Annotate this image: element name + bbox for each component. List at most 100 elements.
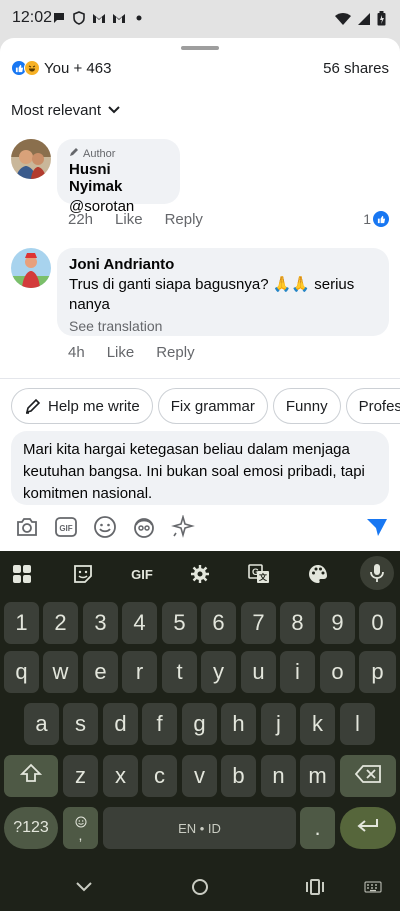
period-key[interactable]: .: [300, 807, 335, 849]
chip-label: Funny: [285, 397, 328, 415]
sparkle-icon[interactable]: [170, 514, 196, 540]
send-icon[interactable]: [364, 514, 390, 540]
chip-label: Help me write: [48, 397, 140, 415]
key-p[interactable]: p: [359, 651, 396, 693]
sort-dropdown[interactable]: Most relevant: [11, 100, 121, 120]
key-l[interactable]: l: [340, 703, 375, 745]
emoji-comma-key[interactable]: ,: [63, 807, 98, 849]
notification-icons: [52, 11, 146, 25]
key-b[interactable]: b: [221, 755, 256, 797]
mic-icon[interactable]: [360, 556, 394, 590]
camera-icon[interactable]: [14, 514, 40, 540]
translate-icon[interactable]: G文: [246, 561, 272, 587]
key-2[interactable]: 2: [43, 602, 78, 644]
key-x[interactable]: x: [103, 755, 138, 797]
keyboard-switch-icon[interactable]: [362, 876, 384, 898]
avatar[interactable]: [11, 139, 51, 179]
symbols-key[interactable]: ?123: [4, 807, 58, 849]
pencil-icon: [69, 147, 79, 160]
shift-icon: [19, 763, 43, 789]
comment-bubble[interactable]: Author Husni Nyimak @sorotan: [57, 139, 180, 215]
key-f[interactable]: f: [142, 703, 177, 745]
like-button[interactable]: Like: [115, 211, 143, 228]
like-button[interactable]: Like: [107, 344, 135, 361]
compose-toolbar: GIF: [14, 514, 390, 540]
chip-label: Profess: [358, 397, 400, 415]
sticker-icon[interactable]: [70, 561, 96, 587]
home-circle-icon[interactable]: [189, 876, 211, 898]
key-z[interactable]: z: [63, 755, 98, 797]
key-6[interactable]: 6: [201, 602, 236, 644]
shield-vpn-icon: [72, 11, 86, 25]
key-4[interactable]: 4: [122, 602, 157, 644]
key-5[interactable]: 5: [162, 602, 197, 644]
key-w[interactable]: w: [43, 651, 78, 693]
key-j[interactable]: j: [261, 703, 296, 745]
fix-grammar-chip[interactable]: Fix grammar: [157, 388, 268, 424]
like-reaction-icon: [373, 211, 389, 227]
ai-suggestion-chips: Help me write Fix grammar Funny Profess: [11, 388, 400, 424]
status-bar: 12:02: [0, 0, 400, 38]
palette-icon[interactable]: [305, 561, 331, 587]
key-0[interactable]: 0: [359, 602, 396, 644]
see-translation-link[interactable]: See translation: [69, 318, 377, 334]
drag-handle[interactable]: [181, 46, 219, 50]
help-me-write-chip[interactable]: Help me write: [11, 388, 153, 424]
comment-author-name[interactable]: Husni Nyimak: [69, 161, 168, 195]
keyboard: GIF G文 1 2 3 4 5 6 7 8 9 0 q w e r t y u…: [0, 551, 400, 862]
reply-button[interactable]: Reply: [165, 211, 203, 228]
key-o[interactable]: o: [320, 651, 355, 693]
comment-input[interactable]: Mari kita hargai ketegasan beliau dalam …: [11, 431, 389, 505]
comma-label: ,: [78, 826, 83, 843]
gif-icon[interactable]: GIF: [53, 514, 79, 540]
back-chevron-icon[interactable]: [73, 876, 95, 898]
reply-button[interactable]: Reply: [156, 344, 194, 361]
key-d[interactable]: d: [103, 703, 138, 745]
comment-bubble[interactable]: Joni Andrianto Trus di ganti siapa bagus…: [57, 248, 389, 336]
status-time: 12:02: [12, 9, 53, 26]
key-a[interactable]: a: [24, 703, 59, 745]
key-1[interactable]: 1: [4, 602, 39, 644]
battery-icon: [377, 11, 386, 31]
key-q[interactable]: q: [4, 651, 39, 693]
key-r[interactable]: r: [122, 651, 157, 693]
key-7[interactable]: 7: [241, 602, 276, 644]
key-t[interactable]: t: [162, 651, 197, 693]
apps-grid-icon[interactable]: [9, 561, 35, 587]
key-8[interactable]: 8: [280, 602, 315, 644]
comment-like-count[interactable]: 1: [363, 211, 389, 227]
key-3[interactable]: 3: [83, 602, 118, 644]
key-h[interactable]: h: [221, 703, 256, 745]
avatar[interactable]: [11, 248, 51, 288]
backspace-key[interactable]: [340, 755, 396, 797]
key-u[interactable]: u: [241, 651, 276, 693]
key-g[interactable]: g: [182, 703, 217, 745]
enter-key[interactable]: [340, 807, 396, 849]
emoji-icon[interactable]: [92, 514, 118, 540]
key-c[interactable]: c: [142, 755, 177, 797]
space-key[interactable]: EN • ID: [103, 807, 296, 849]
settings-gear-icon[interactable]: [187, 561, 213, 587]
gif-button[interactable]: GIF: [127, 561, 157, 587]
shift-key[interactable]: [4, 755, 58, 797]
chat-bubble-icon: [52, 11, 66, 25]
shares-count[interactable]: 56 shares: [323, 60, 389, 77]
comment-time: 22h: [68, 211, 94, 228]
key-k[interactable]: k: [300, 703, 335, 745]
key-m[interactable]: m: [300, 755, 335, 797]
recents-icon[interactable]: [304, 876, 326, 898]
professional-chip[interactable]: Profess: [345, 388, 400, 424]
key-i[interactable]: i: [280, 651, 315, 693]
funny-chip[interactable]: Funny: [272, 388, 341, 424]
gmail-icon: [92, 11, 106, 25]
key-v[interactable]: v: [182, 755, 217, 797]
avatar-sticker-icon[interactable]: [131, 514, 157, 540]
key-s[interactable]: s: [63, 703, 98, 745]
key-y[interactable]: y: [201, 651, 236, 693]
key-n[interactable]: n: [261, 755, 296, 797]
key-e[interactable]: e: [83, 651, 118, 693]
comment-author-name[interactable]: Joni Andrianto: [69, 256, 377, 273]
key-9[interactable]: 9: [320, 602, 355, 644]
reactions-summary[interactable]: You + 463 56 shares: [11, 58, 389, 78]
comment-time: 4h: [68, 344, 85, 361]
